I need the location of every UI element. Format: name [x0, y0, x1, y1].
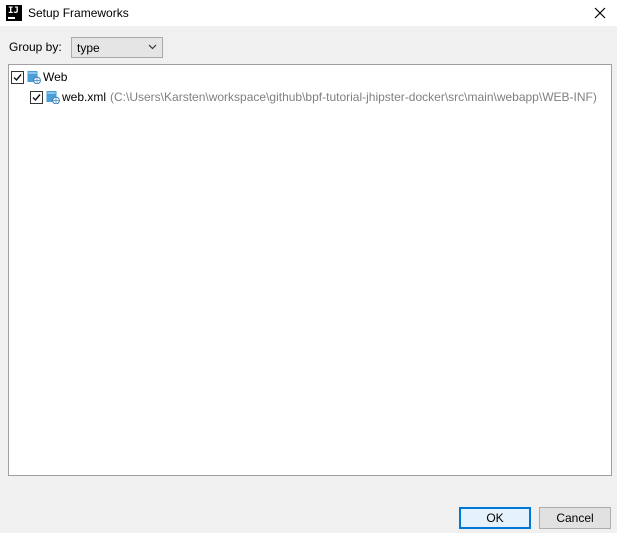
chevron-down-icon [148, 44, 157, 50]
checkmark-icon [32, 93, 41, 101]
checkmark-icon [13, 73, 22, 81]
web-xml-icon [46, 90, 60, 105]
web-checkbox[interactable] [11, 70, 24, 84]
web-label: Web [43, 70, 68, 84]
frameworks-tree[interactable]: Web web.xml (C:\Users\Karsten\workspace\… [8, 64, 612, 476]
tree-item-web[interactable]: Web [11, 68, 67, 86]
tree-item-web-xml[interactable]: web.xml (C:\Users\Karsten\workspace\gith… [30, 88, 597, 106]
title-bar: IJ Setup Frameworks [0, 0, 617, 26]
group-by-selected-value: type [77, 41, 100, 55]
web-xml-label: web.xml [62, 90, 107, 104]
web-xml-path: (C:\Users\Karsten\workspace\github\bpf-t… [110, 90, 597, 104]
close-button[interactable] [583, 0, 617, 26]
web-xml-checkbox[interactable] [30, 90, 43, 104]
app-icon-text: IJ [8, 6, 19, 16]
ok-button[interactable]: OK [459, 507, 531, 529]
web-folder-icon [27, 70, 41, 85]
group-by-label: Group by: [9, 40, 62, 54]
cancel-button[interactable]: Cancel [539, 507, 611, 529]
window-title: Setup Frameworks [28, 6, 129, 20]
app-icon: IJ [6, 5, 22, 21]
group-by-select[interactable]: type [71, 37, 163, 58]
app-icon-bar [8, 17, 15, 19]
close-icon [594, 7, 606, 19]
